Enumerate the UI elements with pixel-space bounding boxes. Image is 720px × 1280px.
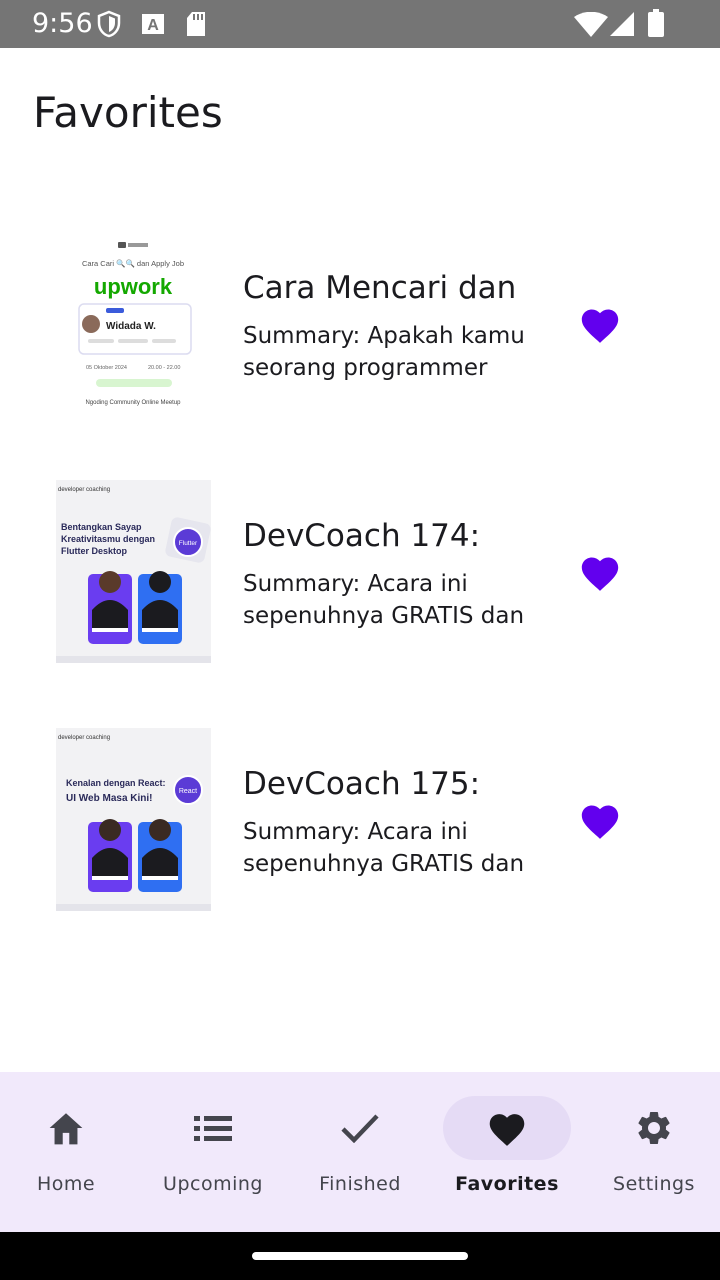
bottom-navigation: Home Upcoming Finished Favorites Setting… [0, 1072, 720, 1232]
nav-item-favorites[interactable]: Favorites [435, 1072, 579, 1232]
event-title: DevCoach 174: [243, 518, 481, 554]
event-thumbnail: developer coaching Bentangkan Sayap Krea… [56, 480, 211, 663]
nav-item-upcoming[interactable]: Upcoming [141, 1072, 285, 1232]
nav-label: Finished [319, 1173, 401, 1195]
svg-text:Kreativitasmu dengan: Kreativitasmu dengan [61, 534, 155, 544]
font-icon: A [142, 14, 164, 34]
thumbnail-footer: Ngoding Community Online Meetup [85, 400, 181, 406]
list-icon [194, 1116, 232, 1141]
thumbnail-brand: developer coaching [58, 487, 110, 493]
gear-icon [638, 1112, 670, 1144]
thumbnail-badge: React [179, 788, 197, 795]
event-summary: Summary: Acara ini sepenuhnya GRATIS dan [243, 571, 525, 629]
system-gesture-bar [0, 1232, 720, 1280]
page-title: Favorites [33, 88, 223, 137]
upwork-logo: upwork [94, 274, 173, 299]
wifi-icon [574, 12, 608, 37]
status-bar: 9:56 A [0, 0, 720, 48]
svg-text:Bentangkan Sayap: Bentangkan Sayap [61, 522, 142, 532]
svg-text:Kenalan dengan React:: Kenalan dengan React: [66, 778, 166, 788]
event-card[interactable]: developer coaching Kenalan dengan React:… [0, 728, 720, 928]
event-card[interactable]: Cara Cari 🔍🔍 dan Apply Job upwork Widada… [0, 232, 720, 432]
home-icon [49, 1113, 83, 1145]
battery-icon [648, 9, 664, 37]
favorite-toggle-button[interactable] [576, 300, 624, 348]
thumbnail-time: 20.00 - 22.00 [148, 365, 180, 371]
nav-label: Settings [613, 1173, 695, 1195]
event-summary: Summary: Apakah kamu seorang programmer [243, 323, 525, 381]
shield-icon [97, 10, 121, 38]
nav-label: Favorites [455, 1173, 559, 1195]
thumbnail-badge: Flutter [179, 540, 198, 547]
favorite-toggle-button[interactable] [576, 548, 624, 596]
thumbnail-heading: Cara Cari 🔍🔍 dan Apply Job [82, 258, 184, 268]
event-card[interactable]: developer coaching Bentangkan Sayap Krea… [0, 480, 720, 680]
heart-icon [581, 805, 619, 839]
nav-label: Upcoming [163, 1173, 263, 1195]
sd-card-icon [187, 12, 205, 36]
thumbnail-brand: developer coaching [58, 735, 110, 741]
heart-icon [581, 557, 619, 591]
heart-icon [489, 1114, 525, 1146]
favorite-toggle-button[interactable] [576, 796, 624, 844]
event-thumbnail: developer coaching Kenalan dengan React:… [56, 728, 211, 911]
nav-item-home[interactable]: Home [0, 1072, 138, 1232]
nav-item-finished[interactable]: Finished [288, 1072, 432, 1232]
event-title: Cara Mencari dan [243, 270, 517, 306]
home-gesture-handle[interactable] [252, 1252, 468, 1260]
event-summary: Summary: Acara ini sepenuhnya GRATIS dan [243, 819, 525, 877]
nav-item-settings[interactable]: Settings [582, 1072, 720, 1232]
svg-text:A: A [147, 17, 159, 34]
thumbnail-speaker: Widada W. [106, 321, 156, 332]
heart-icon [581, 309, 619, 343]
check-icon [341, 1114, 379, 1143]
nav-label: Home [36, 1173, 96, 1195]
svg-text:UI Web Masa Kini!: UI Web Masa Kini! [66, 793, 153, 804]
event-title: DevCoach 175: [243, 766, 481, 802]
signal-icon [610, 12, 634, 36]
status-time: 9:56 [32, 8, 93, 39]
thumbnail-date: 05 Oktober 2024 [86, 365, 127, 371]
event-thumbnail: Cara Cari 🔍🔍 dan Apply Job upwork Widada… [56, 238, 211, 421]
svg-text:Flutter Desktop: Flutter Desktop [61, 546, 128, 556]
